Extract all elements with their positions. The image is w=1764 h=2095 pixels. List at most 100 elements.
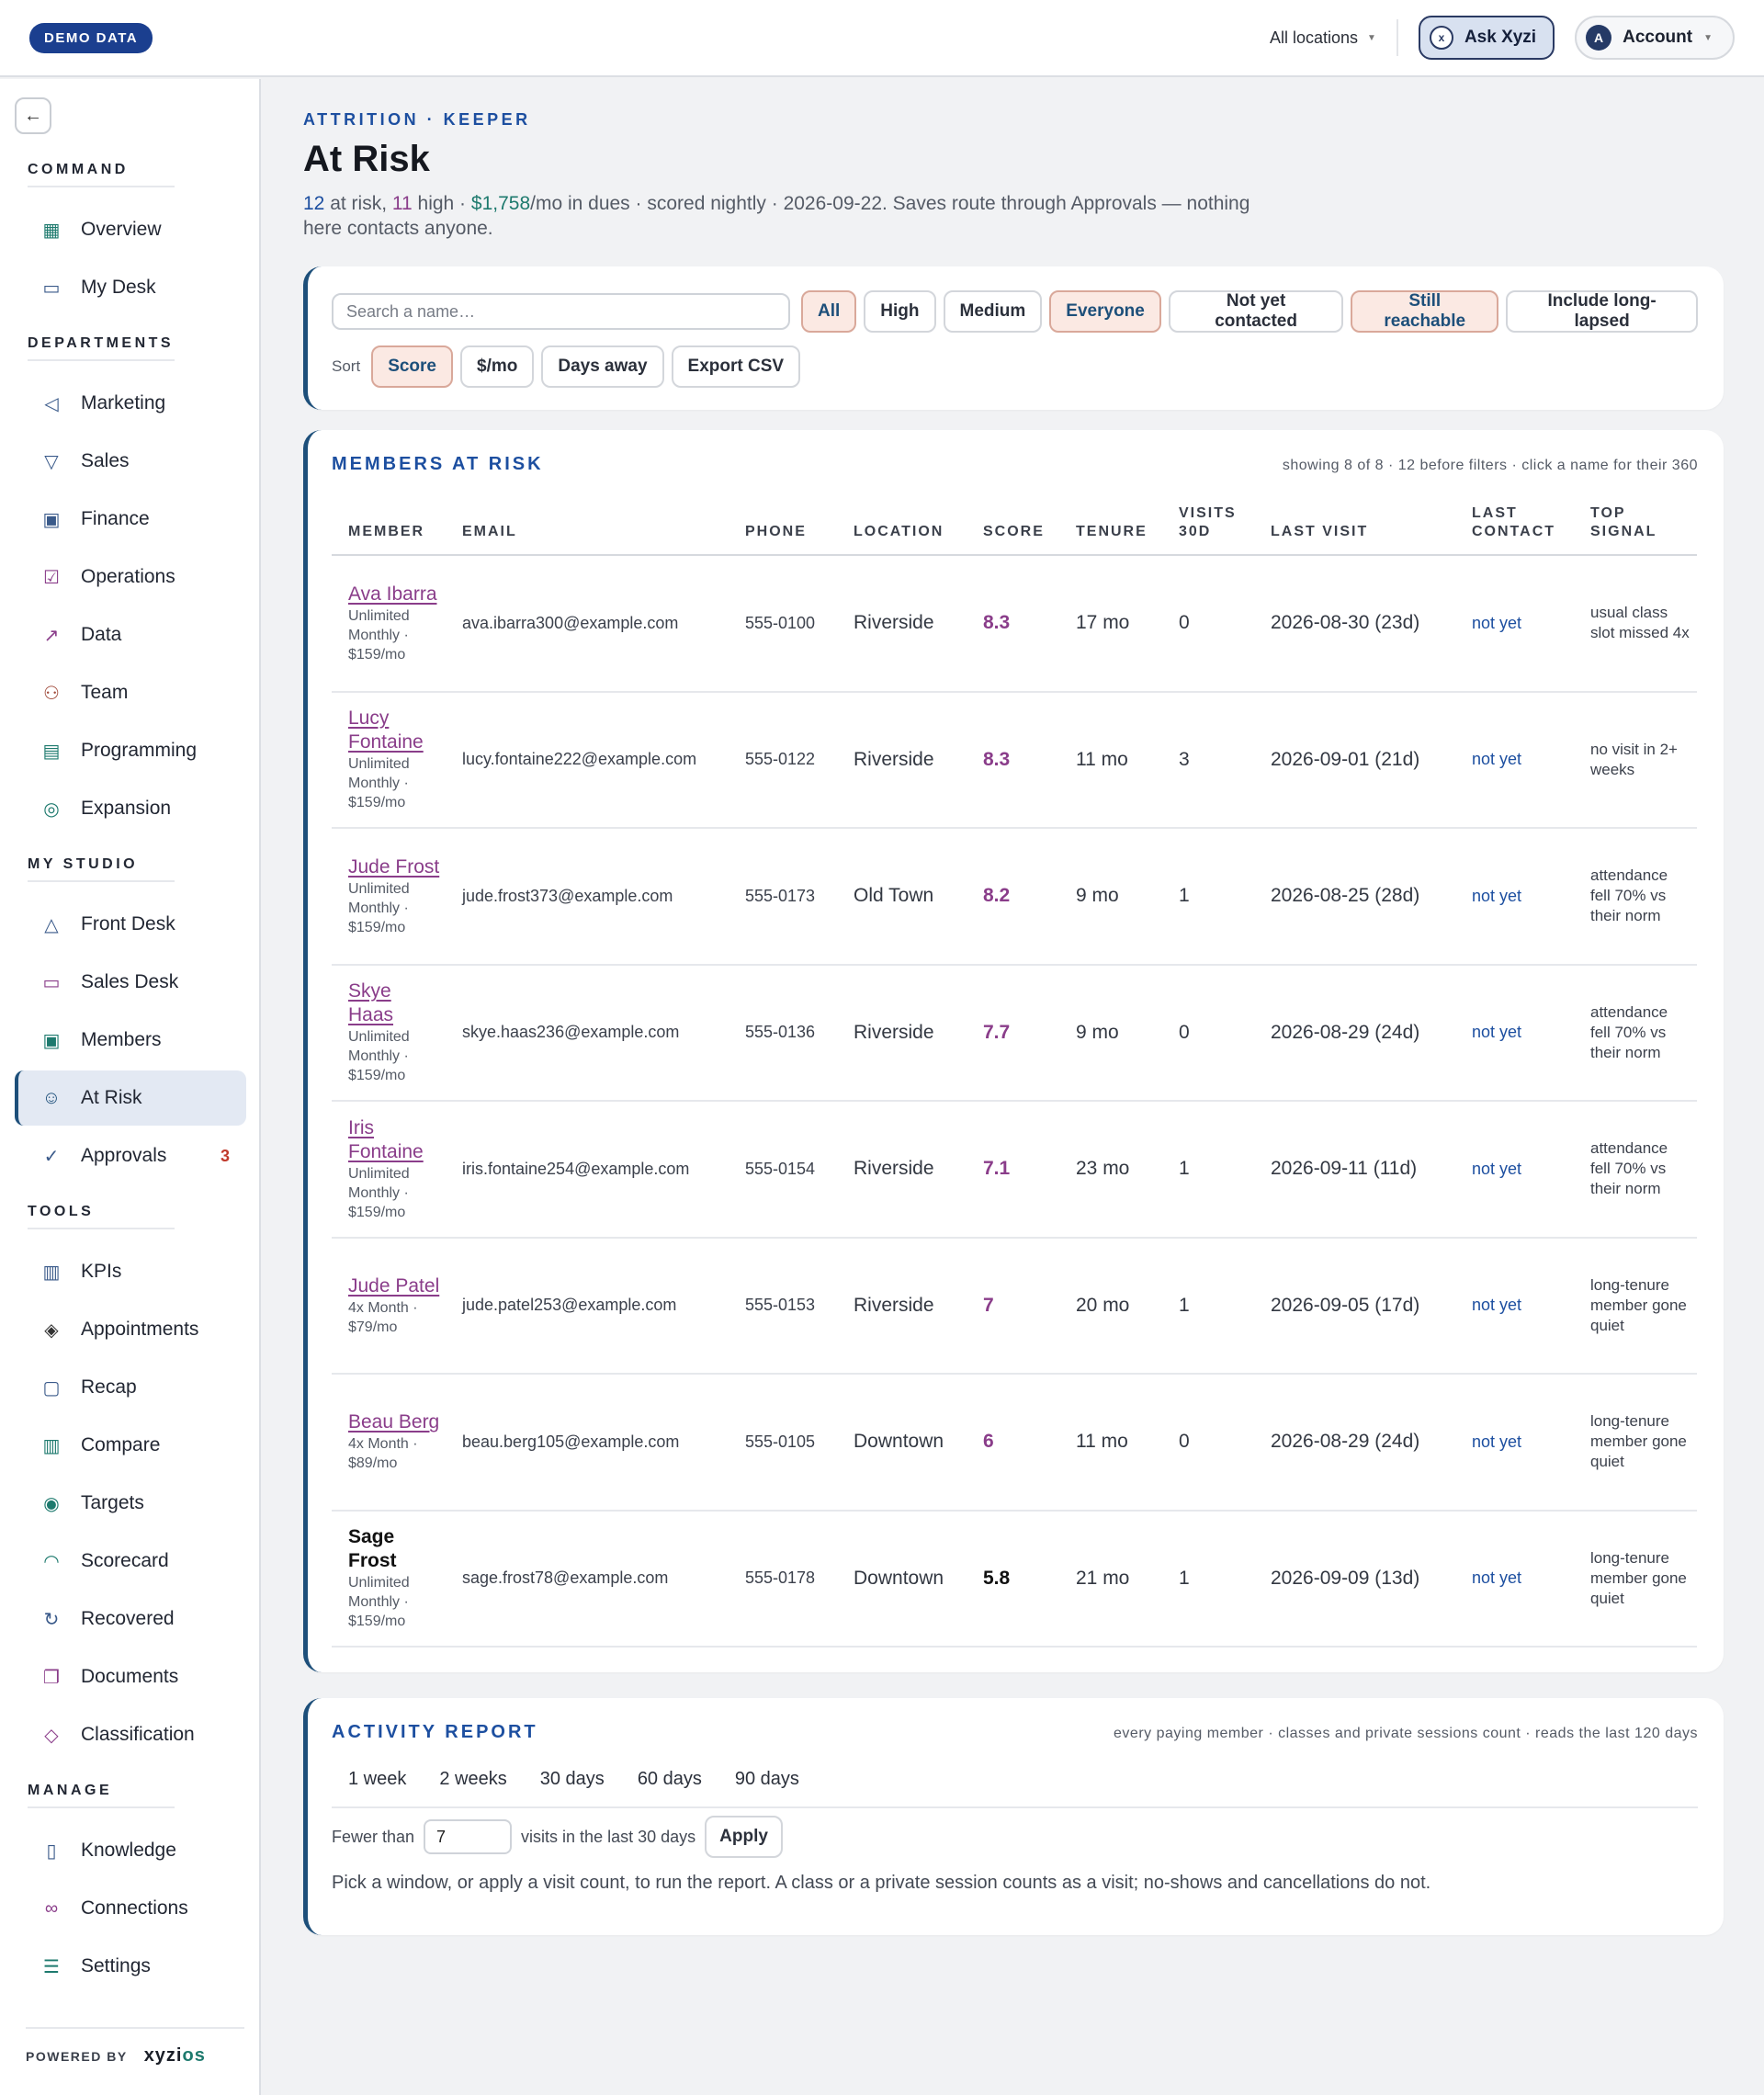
member-cell: Jude Frost Unlimited Monthly · $159/mo <box>332 828 446 966</box>
sidebar-item-settings[interactable]: ☰ Settings <box>15 1939 246 1994</box>
members-at-risk-card: MEMBERS AT RISK showing 8 of 8 · 12 befo… <box>303 430 1724 1672</box>
visit-count-input[interactable] <box>424 1819 513 1854</box>
sidebar-item-appointments[interactable]: ◈ Appointments <box>15 1302 246 1357</box>
sidebar-item-approvals[interactable]: ✓ Approvals 3 <box>15 1128 246 1183</box>
email-cell: iris.fontaine254@example.com <box>446 1101 729 1239</box>
sidebar-item-team[interactable]: ⚇ Team <box>15 665 246 720</box>
tab-60-days[interactable]: 60 days <box>621 1769 718 1790</box>
phone-cell: 555-0154 <box>729 1101 837 1239</box>
member-name-link[interactable]: Skye Haas <box>348 980 440 1027</box>
sidebar-item-connections[interactable]: ∞ Connections <box>15 1881 246 1936</box>
sidebar-item-data[interactable]: ↗ Data <box>15 607 246 662</box>
sort-score-button[interactable]: Score <box>371 345 453 388</box>
apply-button[interactable]: Apply <box>705 1816 783 1858</box>
last-visit-cell: 2026-08-29 (24d) <box>1254 964 1455 1102</box>
card-title: MEMBERS AT RISK <box>332 454 544 474</box>
filter-chip-high[interactable]: High <box>864 290 936 333</box>
sidebar-item-kpis[interactable]: ▥ KPIs <box>15 1244 246 1299</box>
sidebar-item-my-desk[interactable]: ▭ My Desk <box>15 260 246 315</box>
filter-chip-all[interactable]: All <box>801 290 857 333</box>
search-input[interactable] <box>332 293 791 330</box>
card-title: ACTIVITY REPORT <box>332 1722 538 1742</box>
tab-1-week[interactable]: 1 week <box>332 1769 423 1790</box>
member-cell: Ava Ibarra Unlimited Monthly · $159/mo <box>332 555 446 693</box>
filter-chip-include-long-lapsed[interactable]: Include long-lapsed <box>1506 290 1699 333</box>
column-header-location[interactable]: LOCATION <box>837 497 967 556</box>
section-label-tools: TOOLS <box>28 1204 175 1229</box>
member-name-link[interactable]: Jude Patel <box>348 1274 440 1298</box>
sidebar-item-operations[interactable]: ☑ Operations <box>15 549 246 605</box>
sidebar-item-label: Approvals <box>81 1145 167 1166</box>
sidebar-item-classification[interactable]: ◇ Classification <box>15 1707 246 1762</box>
tenure-cell: 11 mo <box>1059 691 1162 829</box>
filter-chip-still-reachable[interactable]: Still reachable <box>1351 290 1499 333</box>
column-header-email[interactable]: EMAIL <box>446 497 729 556</box>
filter-chip-everyone[interactable]: Everyone <box>1049 290 1161 333</box>
tab-30-days[interactable]: 30 days <box>524 1769 621 1790</box>
member-name-link[interactable]: Iris Fontaine <box>348 1116 440 1164</box>
tab-2-weeks[interactable]: 2 weeks <box>423 1769 523 1790</box>
sidebar-item-label: Appointments <box>81 1319 199 1340</box>
sidebar-item-knowledge[interactable]: ▯ Knowledge <box>15 1823 246 1878</box>
column-header-visits-30d[interactable]: VISITS 30D <box>1162 497 1254 556</box>
sidebar-item-at-risk[interactable]: ☺ At Risk <box>15 1070 246 1126</box>
at-risk-count: 12 <box>303 193 325 214</box>
sidebar-item-expansion[interactable]: ◎ Expansion <box>15 781 246 836</box>
filter-chip-not-yet-contacted[interactable]: Not yet contacted <box>1168 290 1344 333</box>
top-signal-cell: long-tenure member gone quiet <box>1574 1374 1697 1512</box>
sidebar-item-front-desk[interactable]: △ Front Desk <box>15 897 246 952</box>
member-name-link[interactable]: Beau Berg <box>348 1410 440 1434</box>
account-menu-button[interactable]: A Account ▼ <box>1575 16 1735 60</box>
visits-cell: 0 <box>1162 1374 1254 1512</box>
tab-90-days[interactable]: 90 days <box>718 1769 816 1790</box>
bar-chart-icon: ▥ <box>42 1262 61 1283</box>
sidebar-item-recovered[interactable]: ↻ Recovered <box>15 1591 246 1647</box>
sidebar-item-overview[interactable]: ▦ Overview <box>15 202 246 257</box>
sidebar-item-scorecard[interactable]: ◠ Scorecard <box>15 1534 246 1589</box>
sidebar-item-label: Front Desk <box>81 913 175 934</box>
check-circle-icon: ✓ <box>43 1146 60 1167</box>
collapse-sidebar-button[interactable]: ← <box>15 97 51 134</box>
sort-days-away-button[interactable]: Days away <box>541 345 664 388</box>
column-header-last-contact[interactable]: LAST CONTACT <box>1455 497 1574 556</box>
member-plan: Unlimited Monthly · $159/mo <box>348 1575 410 1630</box>
sort-monthly-button[interactable]: $/mo <box>460 345 535 388</box>
sidebar-item-label: Targets <box>81 1492 144 1513</box>
member-name-link[interactable]: Lucy Fontaine <box>348 707 440 754</box>
last-contact-cell: not yet <box>1455 1101 1574 1239</box>
ask-xyzi-button[interactable]: x Ask Xyzi <box>1418 16 1555 60</box>
column-header-phone[interactable]: PHONE <box>729 497 837 556</box>
location-select[interactable]: All locations ▼ <box>1250 19 1398 56</box>
sidebar-item-marketing[interactable]: ◁ Marketing <box>15 376 246 431</box>
last-visit-cell: 2026-09-09 (13d) <box>1254 1510 1455 1648</box>
section-label-my-studio: MY STUDIO <box>28 856 175 882</box>
last-visit-cell: 2026-08-30 (23d) <box>1254 555 1455 693</box>
column-header-tenure[interactable]: TENURE <box>1059 497 1162 556</box>
sidebar-item-targets[interactable]: ◉ Targets <box>15 1476 246 1531</box>
filter-row: All High Medium Everyone Not yet contact… <box>332 290 1699 333</box>
sidebar-item-programming[interactable]: ▤ Programming <box>15 723 246 778</box>
sidebar-item-sales[interactable]: ▽ Sales <box>15 434 246 489</box>
megaphone-icon: ◁ <box>44 393 59 414</box>
location-cell: Riverside <box>837 964 967 1102</box>
member-plan: Unlimited Monthly · $159/mo <box>348 880 410 935</box>
chat-icon: ▭ <box>42 972 61 993</box>
sidebar-item-finance[interactable]: ▣ Finance <box>15 492 246 547</box>
filter-chip-medium[interactable]: Medium <box>943 290 1043 333</box>
sidebar-item-documents[interactable]: ❐ Documents <box>15 1649 246 1704</box>
last-contact-cell: not yet <box>1455 1374 1574 1512</box>
chevron-down-icon: ▼ <box>1703 32 1713 43</box>
column-header-top-signal[interactable]: TOP SIGNAL <box>1574 497 1697 556</box>
sidebar-item-compare[interactable]: ▥ Compare <box>15 1418 246 1473</box>
member-name-link[interactable]: Ava Ibarra <box>348 583 440 606</box>
column-header-score[interactable]: SCORE <box>967 497 1059 556</box>
column-header-member[interactable]: MEMBER <box>332 497 446 556</box>
score-cell: 5.8 <box>967 1510 1059 1648</box>
sidebar-item-sales-desk[interactable]: ▭ Sales Desk <box>15 955 246 1010</box>
member-name-link[interactable]: Jude Frost <box>348 855 440 879</box>
card-header: ACTIVITY REPORT every paying member · cl… <box>332 1722 1698 1743</box>
column-header-last-visit[interactable]: LAST VISIT <box>1254 497 1455 556</box>
export-csv-button[interactable]: Export CSV <box>671 345 801 388</box>
sidebar-item-members[interactable]: ▣ Members <box>15 1013 246 1068</box>
sidebar-item-recap[interactable]: ▢ Recap <box>15 1360 246 1415</box>
